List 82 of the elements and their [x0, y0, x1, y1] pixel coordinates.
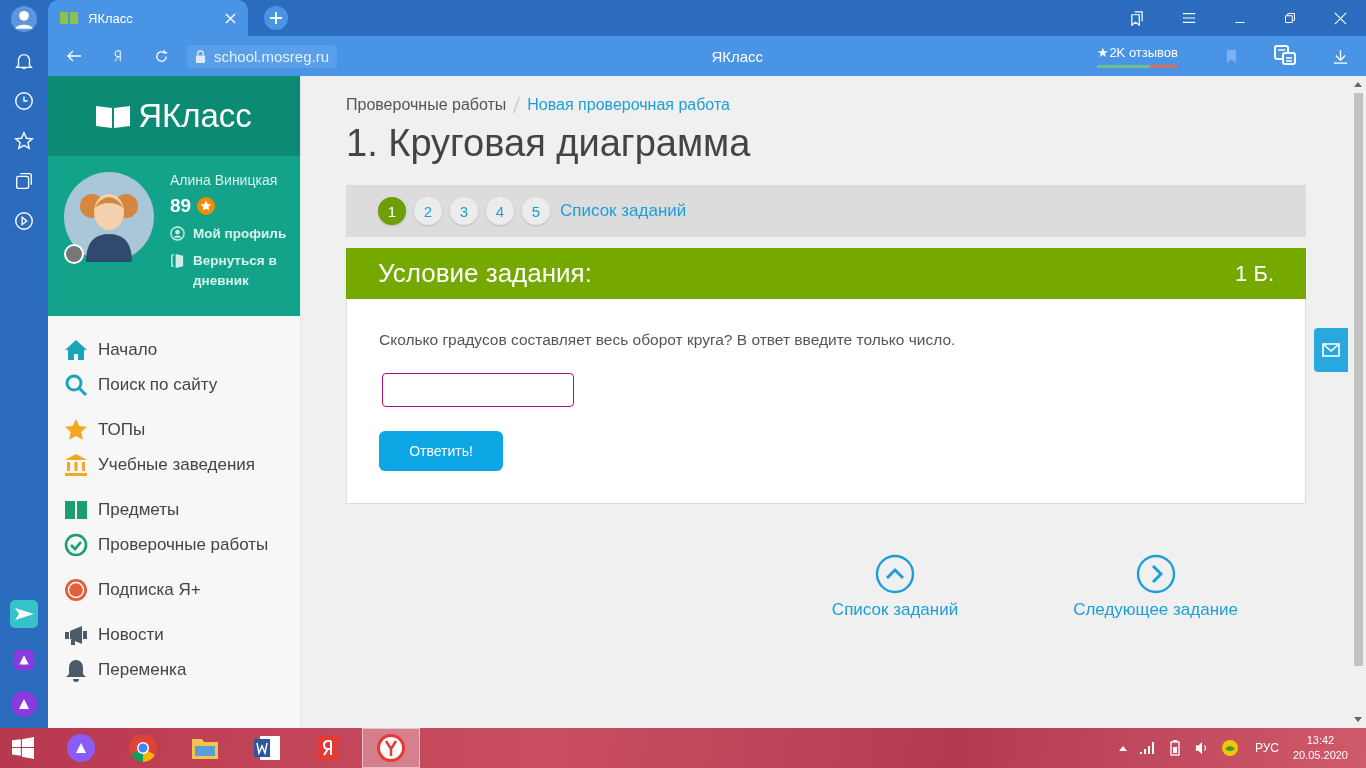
taskbar-button[interactable]: [362, 728, 420, 768]
star-icon: [64, 418, 88, 442]
task-score: 1 Б.: [1235, 260, 1274, 287]
task-list-link[interactable]: Список заданий: [560, 201, 687, 221]
task-number[interactable]: 2: [414, 197, 442, 225]
site-logo[interactable]: ЯКласс: [48, 76, 300, 156]
user-name[interactable]: Алина Виницкая: [170, 172, 288, 188]
submit-button[interactable]: Ответить!: [379, 431, 503, 471]
reviews-badge[interactable]: ★2K отзывов: [1097, 44, 1178, 68]
task-heading: Условие задания:: [378, 258, 592, 289]
task-number[interactable]: 4: [486, 197, 514, 225]
scroll-up-icon[interactable]: [1354, 82, 1362, 87]
task-number[interactable]: 5: [522, 197, 550, 225]
nav-item[interactable]: Начало: [64, 338, 300, 362]
task-number[interactable]: 1: [378, 197, 406, 225]
account-icon[interactable]: [11, 6, 37, 32]
nav-item[interactable]: Учебные заведения: [64, 453, 300, 477]
clock-icon[interactable]: [13, 90, 35, 112]
signal-icon[interactable]: [1138, 742, 1155, 754]
nav-item[interactable]: ТОПы: [64, 418, 300, 442]
word-icon: [252, 733, 282, 763]
book-icon: [60, 11, 78, 25]
nav-item[interactable]: Новости: [64, 623, 300, 647]
collections-icon[interactable]: [13, 170, 35, 192]
back-icon[interactable]: [66, 48, 82, 64]
scrollbar-thumb[interactable]: [1353, 93, 1363, 666]
download-icon[interactable]: [1333, 48, 1348, 64]
nav-link[interactable]: Следующее задание: [1073, 554, 1238, 620]
premium-badge: [64, 244, 84, 264]
search-icon: [64, 373, 88, 397]
home-icon: [64, 338, 88, 362]
answer-field[interactable]: [382, 373, 574, 407]
lock-icon: [195, 49, 206, 63]
profile-link[interactable]: Вернуться в дневник: [170, 251, 288, 291]
bookmarks-icon[interactable]: [1129, 10, 1144, 26]
profile-link[interactable]: Мой профиль: [170, 224, 288, 244]
news-icon: [64, 623, 88, 647]
nav-item[interactable]: Переменка: [64, 658, 300, 682]
nav-item[interactable]: Подписка Я+: [64, 578, 300, 602]
caret-up-icon[interactable]: [1118, 745, 1127, 751]
book-icon: [64, 498, 88, 522]
task-number[interactable]: 3: [450, 197, 478, 225]
play-icon[interactable]: [13, 210, 35, 232]
chevron-right-icon: [1135, 554, 1176, 594]
breadcrumb-link[interactable]: Новая проверочная работа: [527, 96, 730, 114]
points-count: 89: [170, 195, 192, 217]
school-icon: [64, 453, 88, 477]
close-icon[interactable]: [225, 12, 236, 24]
speaker-icon[interactable]: [1194, 741, 1209, 755]
menu-icon[interactable]: [1182, 11, 1196, 25]
disk-icon[interactable]: [1220, 739, 1239, 757]
nav-item[interactable]: Предметы: [64, 498, 300, 522]
door-icon: [170, 253, 185, 268]
reload-icon[interactable]: [154, 48, 169, 64]
close-icon[interactable]: [1334, 11, 1347, 25]
nav-link[interactable]: Список заданий: [831, 554, 959, 620]
star-icon[interactable]: [13, 130, 35, 152]
address-field[interactable]: school.mosreg.ru: [187, 44, 338, 68]
nav-item[interactable]: Проверочные работы: [64, 533, 300, 557]
nav-item[interactable]: Поиск по сайту: [64, 373, 300, 397]
translate-icon[interactable]: [1273, 44, 1297, 68]
restore-icon[interactable]: [1284, 12, 1296, 24]
page-title: ЯКласс: [710, 47, 765, 65]
alice-icon[interactable]: [10, 690, 38, 718]
check-icon: [64, 533, 88, 557]
chevron-up-icon: [875, 554, 915, 594]
breadcrumb-link[interactable]: Проверочные работы: [346, 96, 507, 114]
yandex-icon[interactable]: [112, 48, 124, 64]
windows-icon[interactable]: [12, 737, 34, 759]
new-tab-icon[interactable]: [264, 6, 288, 30]
task-title: 1. Круговая диаграмма: [346, 122, 752, 165]
scroll-down-icon[interactable]: [1354, 717, 1362, 722]
avatar[interactable]: [64, 172, 154, 262]
bell-icon: [64, 658, 88, 682]
question-text: Сколько градусов составляет весь оборот круга? В ответ введите только число.: [379, 331, 957, 349]
language-indicator[interactable]: РУС: [1254, 741, 1279, 755]
browser-tab[interactable]: ЯКласс: [48, 0, 248, 36]
send-icon[interactable]: [10, 600, 38, 628]
chrome-icon: [128, 733, 158, 763]
user-icon: [170, 226, 185, 241]
alice-icon: [66, 733, 96, 763]
clock[interactable]: 13:42 20.05.2020: [1292, 733, 1348, 763]
